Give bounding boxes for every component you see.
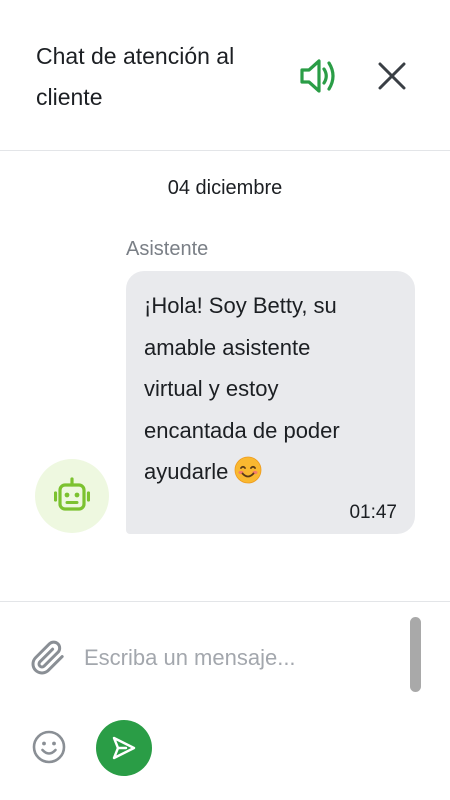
- paperclip-icon: [31, 640, 64, 675]
- chat-title-line-1: Chat de atención al: [36, 43, 235, 69]
- send-icon: [112, 736, 136, 760]
- robot-icon: [54, 477, 90, 511]
- message-time: 01:47: [349, 502, 397, 523]
- message-line: encantada de poder: [144, 417, 340, 443]
- message-bubble: ¡Hola! Soy Betty, su amable asistente vi…: [126, 271, 415, 534]
- message-input[interactable]: [84, 638, 384, 678]
- attach-button[interactable]: [30, 640, 66, 676]
- emoji-picker-button[interactable]: [31, 729, 67, 765]
- composer-scrollbar-thumb[interactable]: [410, 617, 421, 692]
- message-composer: [0, 601, 450, 800]
- chat-title-line-2: cliente: [36, 84, 103, 110]
- chat-title: Chat de atención al cliente: [36, 36, 286, 118]
- message-line: ayudarle: [144, 459, 229, 484]
- sound-toggle-button[interactable]: [297, 56, 339, 96]
- close-icon: [378, 62, 406, 90]
- message-sender: Asistente: [126, 238, 209, 260]
- message-line: ¡Hola! Soy Betty, su: [144, 293, 337, 318]
- chat-header: Chat de atención al cliente: [0, 0, 450, 151]
- assistant-avatar: [35, 459, 109, 533]
- message-text: ¡Hola! Soy Betty, su amable asistente vi…: [144, 285, 397, 498]
- message-line: virtual y estoy: [144, 376, 279, 401]
- smiling-face-emoji-icon: [234, 456, 262, 498]
- send-button[interactable]: [96, 720, 152, 776]
- close-button[interactable]: [374, 58, 410, 94]
- conversation-date: 04 diciembre: [167, 177, 283, 199]
- message-line: amable asistente: [144, 334, 311, 360]
- message-line-last: ayudarle: [144, 451, 397, 498]
- speaker-volume-icon: [300, 59, 335, 93]
- smiley-icon: [32, 730, 66, 764]
